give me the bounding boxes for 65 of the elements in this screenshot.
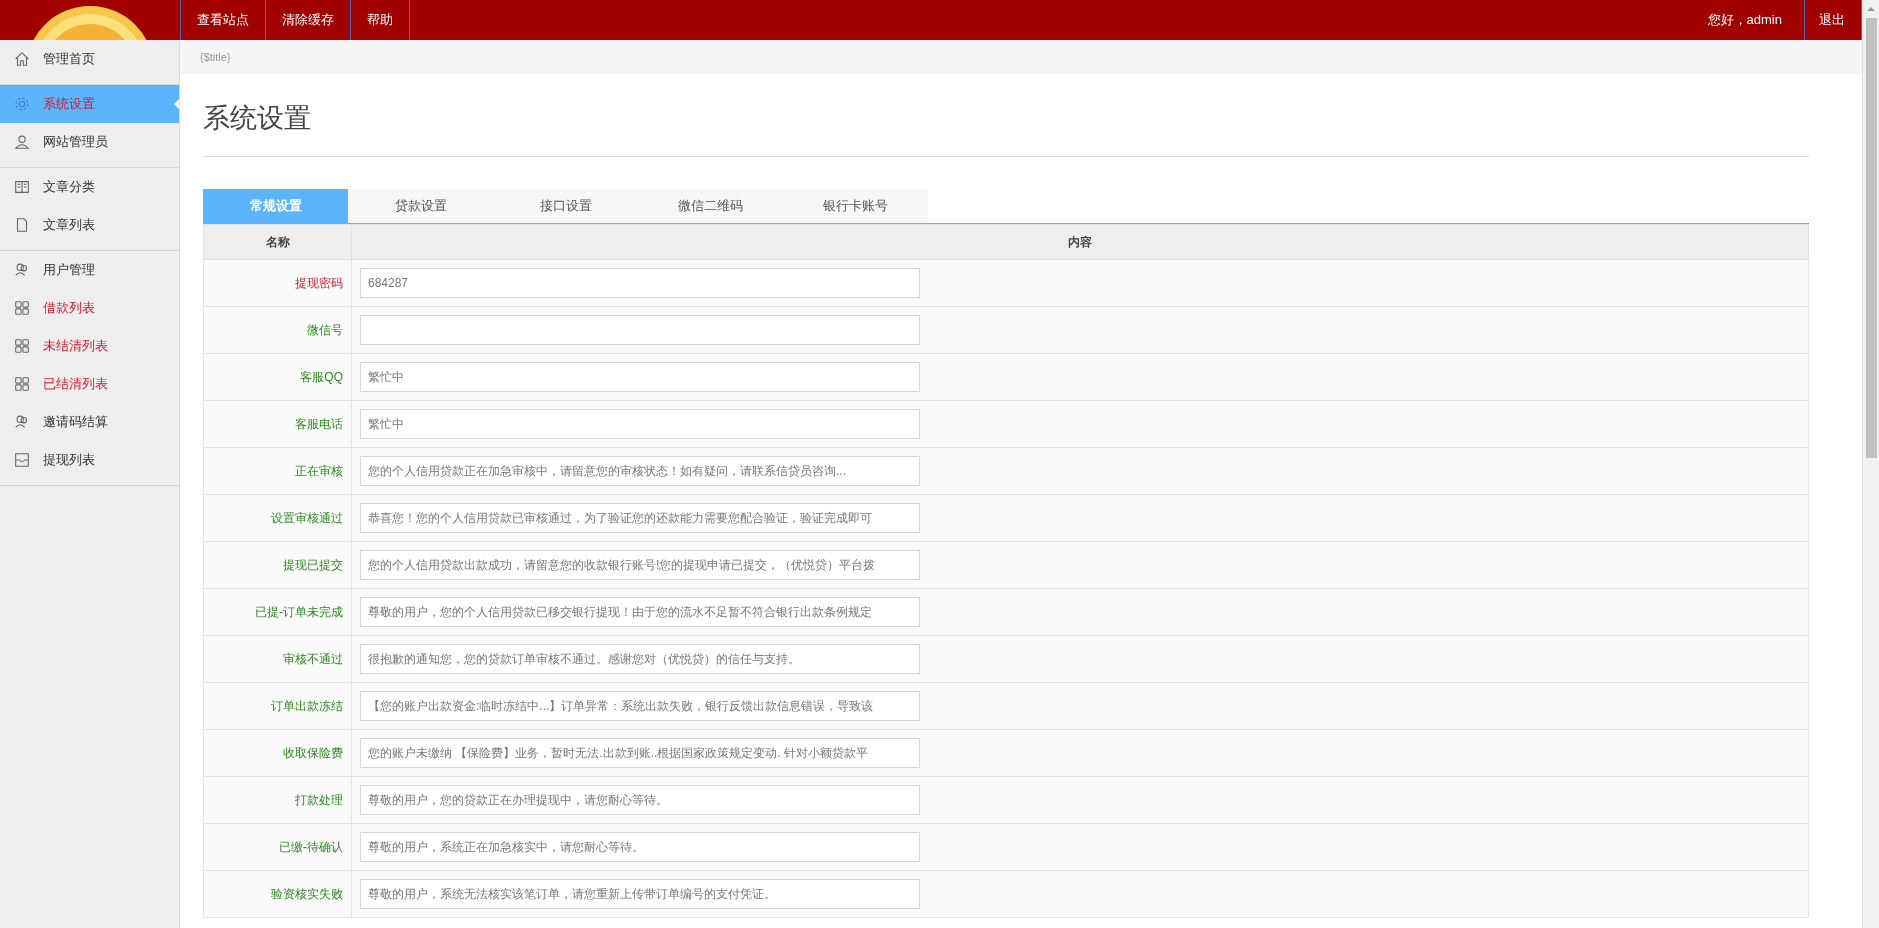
tab[interactable]: 接口设置 <box>493 189 638 223</box>
input-field[interactable]: 684287 <box>360 268 920 298</box>
field-label: 微信号 <box>307 322 343 337</box>
input-field[interactable]: 尊敬的用户，系统无法核实该笔订单，请您重新上传带订单编号的支付凭证。 <box>360 879 920 909</box>
sidebar-label: 已结清列表 <box>43 375 108 393</box>
grid-icon <box>13 337 31 355</box>
home-icon <box>13 50 31 68</box>
field-label: 设置审核通过 <box>271 510 343 525</box>
sidebar-item[interactable]: 邀请码结算 <box>0 403 179 441</box>
inbox-icon <box>13 451 31 469</box>
field-label: 打款处理 <box>295 792 343 807</box>
sidebar-label: 用户管理 <box>43 261 95 279</box>
input-field[interactable]: 您的个人信用贷款出款成功，请留意您的收款银行账号!您的提现申请已提交，（优悦贷）平台拨 <box>360 550 920 580</box>
input-field[interactable]: 【您的账户出款资金:临时冻结中...】订单异常：系统出款失败，银行反馈出款信息错误，导致该 <box>360 691 920 721</box>
field-label: 客服QQ <box>300 369 343 384</box>
sidebar-label: 提现列表 <box>43 451 95 469</box>
field-label: 收取保险费 <box>283 745 343 760</box>
input-field[interactable]: 您的个人信用贷款正在加急审核中，请留意您的审核状态！如有疑问，请联系信贷员咨询... <box>360 456 920 486</box>
input-field[interactable]: 尊敬的用户，您的个人信用贷款已移交银行提现！由于您的流水不足暂不符合银行出款条例规定 <box>360 597 920 627</box>
field-label: 客服电话 <box>295 416 343 431</box>
input-field[interactable]: 恭喜您！您的个人信用贷款已审核通过，为了验证您的还款能力需要您配合验证，验证完成即可 <box>360 503 920 533</box>
field-label: 已缴-待确认 <box>279 839 343 854</box>
book-icon <box>13 178 31 196</box>
tab[interactable]: 银行卡账号 <box>783 189 928 223</box>
sidebar-item[interactable]: 文章列表 <box>0 206 179 244</box>
field-label: 订单出款冻结 <box>271 698 343 713</box>
tab[interactable]: 微信二维码 <box>638 189 783 223</box>
sidebar-item[interactable]: 未结清列表 <box>0 327 179 365</box>
breadcrumb: {$title} <box>200 51 231 63</box>
sidebar-item[interactable]: 已结清列表 <box>0 365 179 403</box>
input-field[interactable] <box>360 315 920 345</box>
sidebar-label: 借款列表 <box>43 299 95 317</box>
sidebar-item[interactable]: 管理首页 <box>0 40 179 78</box>
sidebar-label: 邀请码结算 <box>43 413 108 431</box>
sidebar-item[interactable]: 借款列表 <box>0 289 179 327</box>
settings-icon <box>13 95 31 113</box>
input-field[interactable]: 繁忙中 <box>360 362 920 392</box>
sidebar-item[interactable]: 文章分类 <box>0 168 179 206</box>
field-label: 验资核实失败 <box>271 886 343 901</box>
sidebar-label: 系统设置 <box>43 95 95 113</box>
sidebar-label: 网站管理员 <box>43 133 108 151</box>
field-label: 提现密码 <box>295 275 343 290</box>
page-title: 系统设置 <box>203 100 1809 157</box>
sidebar-item[interactable]: 用户管理 <box>0 251 179 289</box>
sidebar-item[interactable]: 网站管理员 <box>0 123 179 161</box>
sidebar-label: 管理首页 <box>43 50 95 68</box>
input-field[interactable]: 很抱歉的通知您，您的贷款订单审核不通过。感谢您对（优悦贷）的信任与支持。 <box>360 644 920 674</box>
sidebar-item[interactable]: 提现列表 <box>0 441 179 479</box>
input-field[interactable]: 繁忙中 <box>360 409 920 439</box>
sidebar-label: 文章列表 <box>43 216 95 234</box>
grid-icon <box>13 299 31 317</box>
field-label: 正在审核 <box>295 463 343 478</box>
sidebar-label: 文章分类 <box>43 178 95 196</box>
input-field[interactable]: 尊敬的用户，您的贷款正在办理提现中，请您耐心等待。 <box>360 785 920 815</box>
user-icon <box>13 133 31 151</box>
field-label: 提现已提交 <box>283 557 343 572</box>
tab[interactable]: 贷款设置 <box>348 189 493 223</box>
grid-icon <box>13 375 31 393</box>
input-field[interactable]: 您的账户未缴纳 【保险费】业务，暂时无法.出款到账..根据国家政策规定变动. 针对小额贷款平 <box>360 738 920 768</box>
column-header: 内容 <box>351 224 1809 260</box>
field-label: 审核不通过 <box>283 651 343 666</box>
field-label: 已提-订单未完成 <box>255 604 343 619</box>
input-field[interactable]: 尊敬的用户，系统正在加急核实中，请您耐心等待。 <box>360 832 920 862</box>
sidebar-label: 未结清列表 <box>43 337 108 355</box>
column-header: 名称 <box>203 224 352 260</box>
